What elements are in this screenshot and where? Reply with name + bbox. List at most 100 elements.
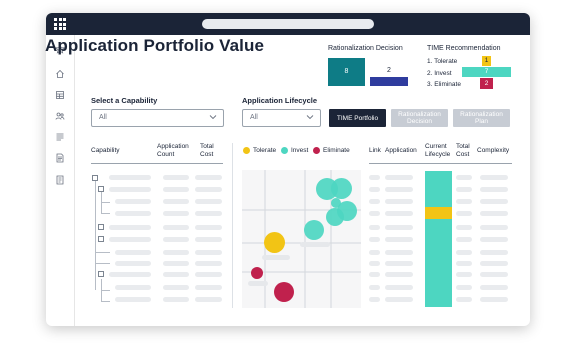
legend-label-eliminate[interactable]: Eliminate (323, 147, 350, 155)
col-capability[interactable]: Capability (91, 147, 120, 155)
placeholder-cell (195, 175, 222, 180)
lifecycle-select[interactable]: All (242, 109, 321, 127)
placeholder-cell (109, 225, 151, 230)
placeholder-cell (385, 237, 413, 242)
lifecycle-highlight[interactable] (425, 207, 452, 219)
bubble-eliminate[interactable] (251, 267, 263, 279)
capability-select-value: All (99, 114, 107, 121)
placeholder-cell (456, 250, 472, 255)
bubble-label (300, 242, 330, 247)
placeholder-cell (369, 225, 380, 230)
placeholder-cell (480, 187, 508, 192)
details-header-divider (369, 163, 512, 164)
time-rec-bar-1[interactable]: 7 (462, 67, 511, 77)
placeholder-cell (456, 199, 472, 204)
placeholder-cell (369, 175, 380, 180)
placeholder-cell (163, 225, 189, 230)
placeholder-cell (195, 199, 222, 204)
placeholder-cell (385, 285, 413, 290)
panel-divider (232, 143, 233, 308)
placeholder-cell (369, 199, 380, 204)
legend-swatch-invest (281, 147, 288, 154)
legend-swatch-tolerate (243, 147, 250, 154)
bubble-tolerate[interactable] (264, 232, 285, 253)
dashboard-icon[interactable] (55, 90, 65, 100)
col-link[interactable]: Link (369, 147, 381, 155)
tab-rationalization-decision[interactable]: Rationalization Decision (391, 109, 448, 127)
bubble-eliminate[interactable] (274, 282, 294, 302)
placeholder-cell (480, 272, 508, 277)
bubble-invest[interactable] (304, 220, 324, 240)
legend-label-tolerate[interactable]: Tolerate (253, 147, 276, 155)
placeholder-cell (115, 211, 151, 216)
col-current-lifecycle[interactable]: Current Lifecycle (425, 143, 453, 158)
col-complexity[interactable]: Complexity (477, 147, 509, 155)
report-icon[interactable] (55, 175, 65, 185)
tree-toggle[interactable] (98, 186, 104, 192)
time-rec-bar-0[interactable]: 1 (482, 56, 491, 66)
placeholder-cell (195, 237, 222, 242)
bubble-label (262, 255, 290, 260)
placeholder-cell (163, 297, 189, 302)
tab-time-portfolio[interactable]: TIME Portfolio (329, 109, 386, 127)
placeholder-cell (385, 199, 413, 204)
placeholder-cell (195, 285, 222, 290)
placeholder-cell (369, 187, 380, 192)
placeholder-cell (163, 250, 189, 255)
list-icon[interactable] (55, 132, 65, 142)
tree-line (95, 263, 110, 264)
document-icon[interactable] (55, 153, 65, 163)
col-application-count[interactable]: Application Count (157, 143, 195, 158)
rationalization-value-1: 2 (387, 67, 391, 74)
placeholder-cell (163, 175, 189, 180)
tree-toggle[interactable] (92, 175, 98, 181)
placeholder-cell (385, 250, 413, 255)
placeholder-cell (369, 285, 380, 290)
col-total-cost[interactable]: Total Cost (200, 143, 220, 158)
top-bar (46, 13, 530, 35)
placeholder-cell (369, 297, 380, 302)
tree-line (101, 301, 110, 302)
placeholder-cell (456, 272, 472, 277)
legend-label-invest[interactable]: Invest (291, 147, 308, 155)
placeholder-cell (163, 237, 189, 242)
tree-line (95, 252, 110, 253)
capability-select[interactable]: All (91, 109, 224, 127)
bubble-invest[interactable] (331, 178, 352, 199)
rationalization-bar-1[interactable] (370, 77, 408, 86)
apps-grid-icon[interactable] (46, 13, 74, 35)
placeholder-cell (385, 272, 413, 277)
people-icon[interactable] (55, 111, 65, 121)
placeholder-cell (480, 211, 508, 216)
legend-swatch-eliminate (313, 147, 320, 154)
tab-rationalization-plan[interactable]: Rationalization Plan (453, 109, 510, 127)
placeholder-cell (195, 187, 222, 192)
rationalization-bar-0[interactable]: 8 (328, 58, 365, 86)
placeholder-cell (456, 237, 472, 242)
chevron-down-icon (306, 115, 314, 120)
col-total-cost[interactable]: Total Cost (456, 143, 474, 158)
tree-toggle[interactable] (98, 271, 104, 277)
bubble-invest[interactable] (326, 208, 344, 226)
placeholder-cell (369, 261, 380, 266)
time-rec-label-2: 3. Eliminate (427, 81, 461, 88)
placeholder-cell (480, 199, 508, 204)
lifecycle-label: Application Lifecycle (242, 96, 318, 105)
col-application[interactable]: Application (385, 147, 417, 155)
capability-header-divider (91, 163, 223, 164)
sidebar (46, 35, 75, 326)
placeholder-cell (195, 211, 222, 216)
placeholder-cell (369, 272, 380, 277)
placeholder-cell (456, 175, 472, 180)
search-input[interactable] (202, 19, 374, 29)
placeholder-cell (115, 297, 151, 302)
tree-line (101, 290, 110, 291)
placeholder-cell (480, 261, 508, 266)
tree-toggle[interactable] (98, 236, 104, 242)
home-icon[interactable] (55, 69, 65, 79)
tree-toggle[interactable] (98, 224, 104, 230)
lifecycle-column[interactable] (425, 171, 452, 307)
time-rec-bar-2[interactable]: 2 (480, 78, 493, 89)
placeholder-cell (385, 175, 413, 180)
quadrant-chart[interactable] (242, 170, 361, 308)
